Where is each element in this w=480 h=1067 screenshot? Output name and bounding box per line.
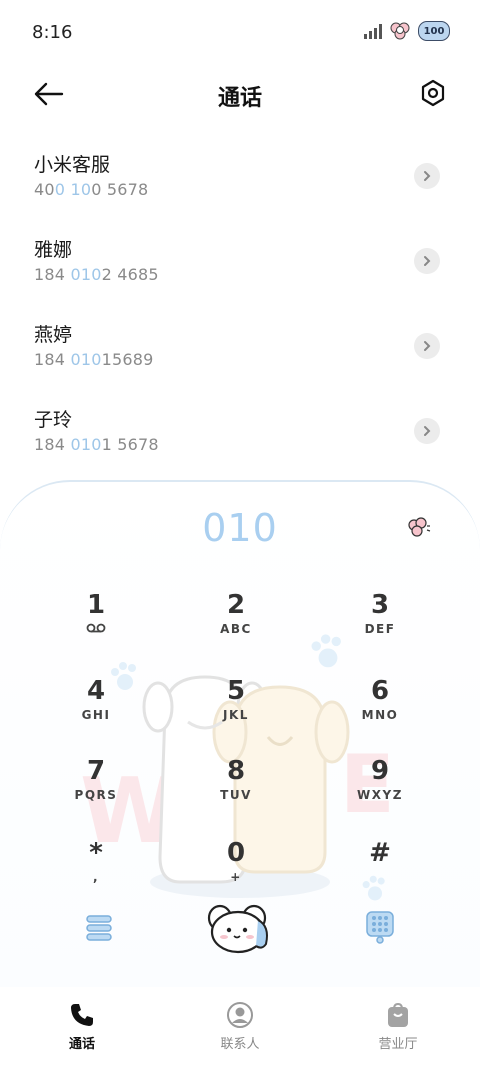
nav-label: 通话 <box>68 1037 95 1052</box>
menu-button[interactable] <box>84 914 114 942</box>
status-icons: 100 <box>364 20 450 42</box>
call-name: 子玲 <box>34 409 73 431</box>
key-8[interactable]: 8 TUV <box>186 756 286 828</box>
gear-icon <box>421 79 445 107</box>
call-detail-button[interactable] <box>414 418 440 444</box>
bottom-nav: 通话 联系人 营业厅 <box>0 987 480 1067</box>
nav-service-hall[interactable]: 营业厅 <box>338 987 458 1067</box>
settings-button[interactable] <box>418 78 448 108</box>
chevron-right-icon <box>424 256 431 266</box>
header: 通话 <box>0 64 480 128</box>
call-list-item[interactable]: 小米客服 400 100 5678 <box>0 134 480 219</box>
call-name: 雅娜 <box>34 239 73 261</box>
key-hash[interactable]: # <box>330 838 430 910</box>
call-list-item[interactable]: 燕婷 184 01015689 <box>0 304 480 389</box>
dialer-panel: W E 010 1 2 ABC 3 DEF 4 GHI 5 JKL 6 MNO … <box>0 480 480 989</box>
call-number: 184 0101 5678 <box>34 435 159 454</box>
call-number: 184 01015689 <box>34 350 154 369</box>
call-button[interactable] <box>204 896 276 960</box>
call-list-item[interactable]: 雅娜 184 0102 4685 <box>0 219 480 304</box>
call-detail-button[interactable] <box>414 248 440 274</box>
call-name: 小米客服 <box>34 154 111 176</box>
menu-icon <box>86 915 112 941</box>
keypad-grid-icon <box>366 911 394 944</box>
chevron-right-icon <box>424 341 431 351</box>
chevron-right-icon <box>424 426 431 436</box>
key-4[interactable]: 4 GHI <box>46 676 146 748</box>
phone-icon <box>71 1004 93 1026</box>
voicemail-icon <box>86 623 106 633</box>
flower-status-icon <box>390 22 410 40</box>
nav-label: 营业厅 <box>378 1037 418 1052</box>
person-icon <box>227 1002 253 1028</box>
chevron-right-icon <box>424 171 431 181</box>
nav-contacts[interactable]: 联系人 <box>180 987 300 1067</box>
key-6[interactable]: 6 MNO <box>330 676 430 748</box>
key-7[interactable]: 7 PQRS <box>46 756 146 828</box>
status-time: 8:16 <box>32 22 73 43</box>
key-3[interactable]: 3 DEF <box>330 590 430 662</box>
key-1[interactable]: 1 <box>46 590 146 662</box>
call-list: 小米客服 400 100 5678 雅娜 184 0102 4685 燕婷 18… <box>0 134 480 474</box>
call-detail-button[interactable] <box>414 163 440 189</box>
call-list-item[interactable]: 子玲 184 0101 5678 <box>0 389 480 474</box>
signal-icon <box>364 23 382 39</box>
key-2[interactable]: 2 ABC <box>186 590 286 662</box>
keypad-toggle-button[interactable] <box>365 910 395 944</box>
key-9[interactable]: 9 WXYZ <box>330 756 430 828</box>
status-bar: 8:16 100 <box>0 0 480 64</box>
bag-icon <box>388 1002 408 1027</box>
call-number: 184 0102 4685 <box>34 265 159 284</box>
page-title: 通话 <box>217 86 262 111</box>
key-5[interactable]: 5 JKL <box>186 676 286 748</box>
dog-call-icon <box>207 904 268 954</box>
call-detail-button[interactable] <box>414 333 440 359</box>
nav-calls[interactable]: 通话 <box>22 987 142 1067</box>
flower-icon <box>408 517 431 537</box>
call-number: 400 100 5678 <box>34 180 149 199</box>
call-name: 燕婷 <box>34 324 73 346</box>
key-star[interactable]: * , <box>46 838 146 910</box>
nav-label: 联系人 <box>220 1037 260 1052</box>
battery-icon: 100 <box>418 21 450 41</box>
